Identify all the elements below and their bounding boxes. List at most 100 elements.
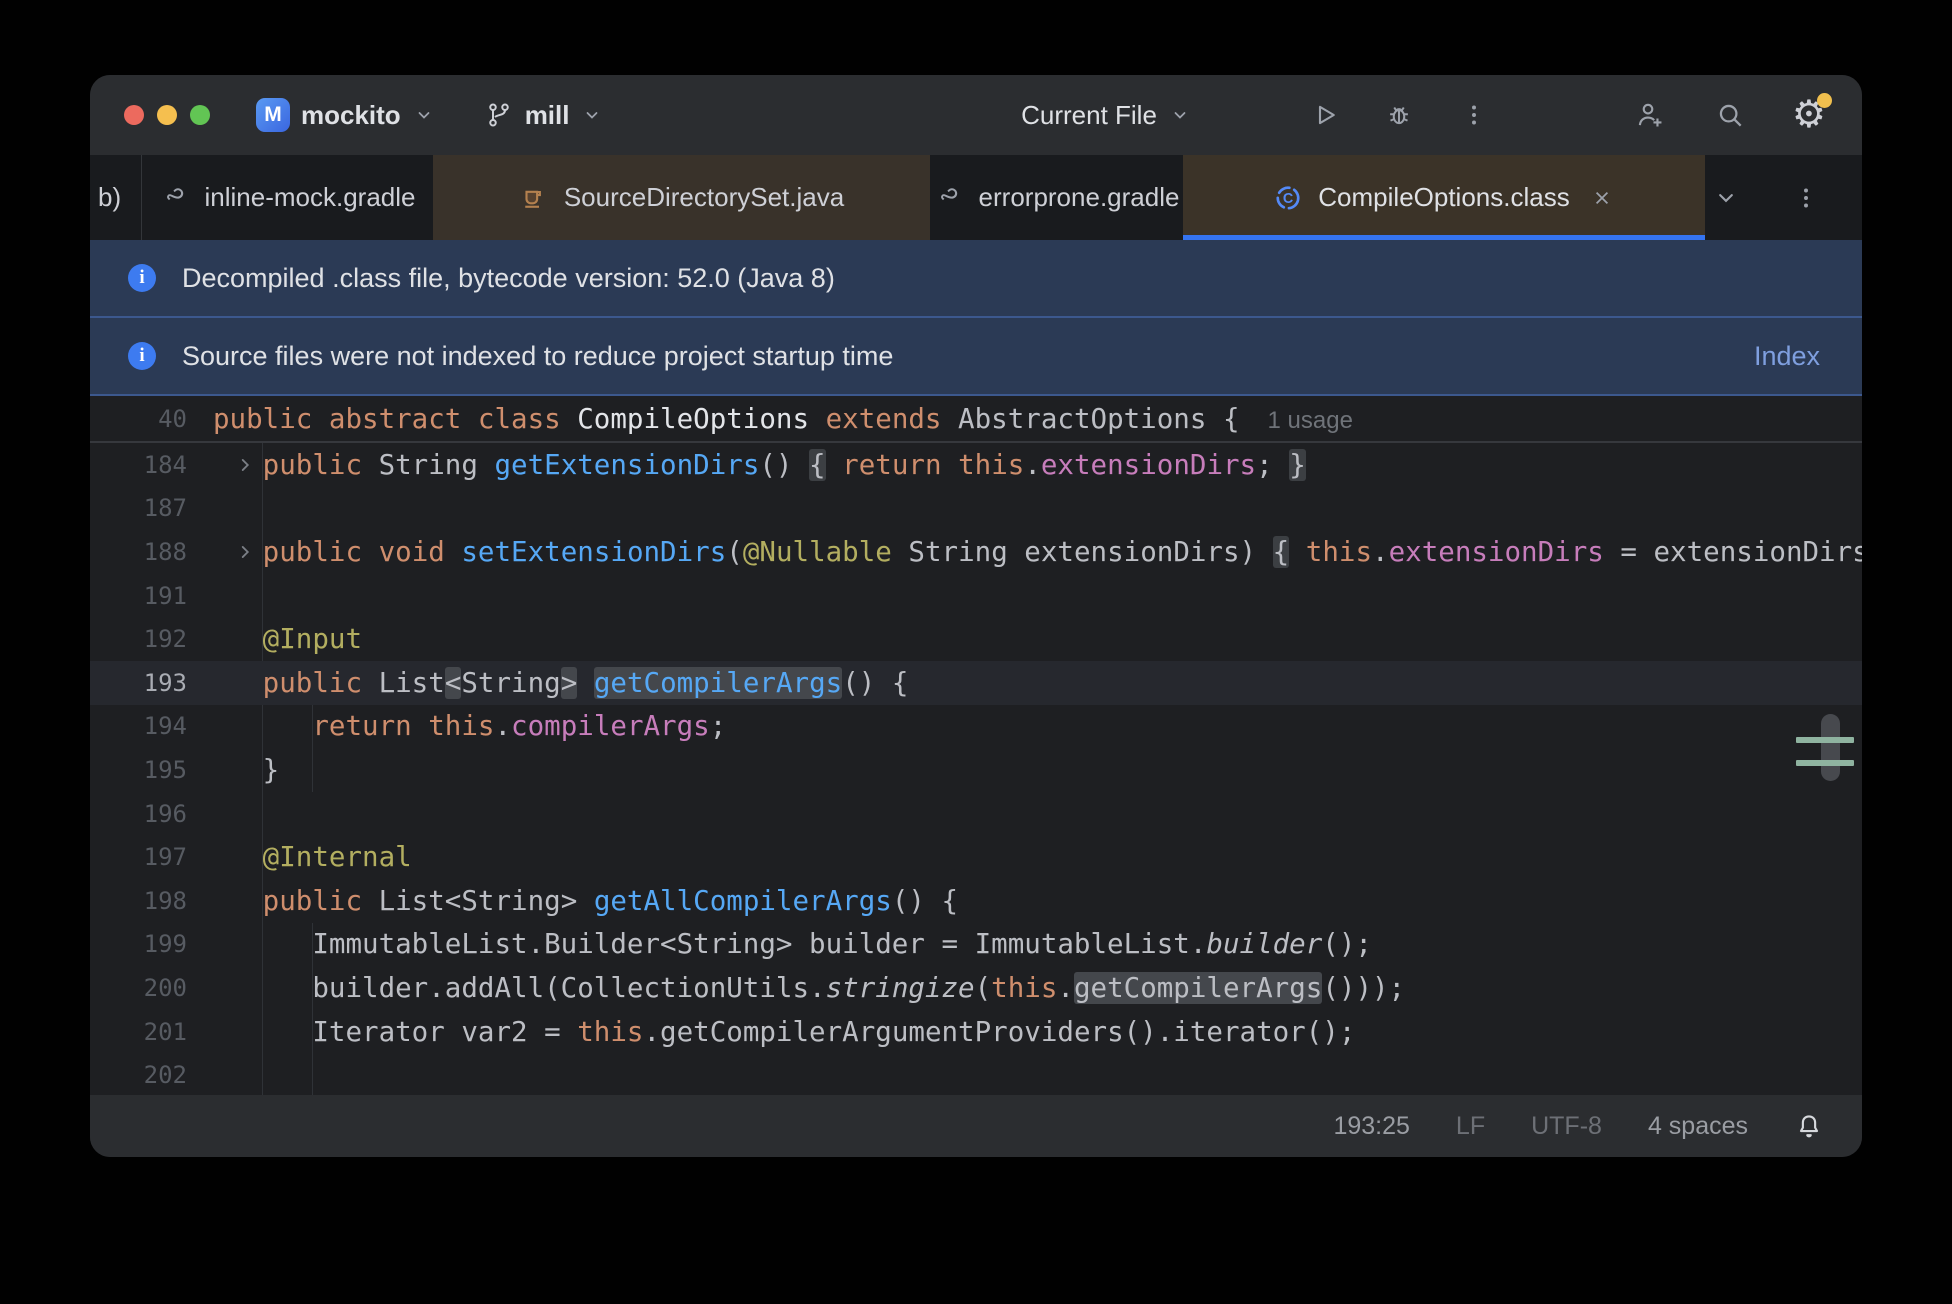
- code-line-201[interactable]: 201 Iterator var2 = this.getCompilerArgu…: [90, 1010, 1862, 1054]
- tab-label: CompileOptions.class: [1318, 182, 1570, 212]
- code-text: public List<String> getAllCompilerArgs()…: [213, 885, 958, 917]
- code-lines: 184 public String getExtensionDirs() { r…: [90, 443, 1862, 1095]
- line-number[interactable]: 188: [90, 538, 187, 566]
- code-token: }: [1289, 448, 1306, 481]
- code-text: }: [213, 754, 280, 786]
- code-token: getExtensionDirs: [494, 448, 760, 481]
- code-line-195[interactable]: 195 }: [90, 748, 1862, 792]
- code-token: .getCompilerArgumentProviders().iterator…: [643, 1015, 1356, 1048]
- caret-position[interactable]: 193:25: [1333, 1112, 1409, 1141]
- line-number[interactable]: 184: [90, 451, 187, 479]
- code-token: .: [1024, 448, 1041, 481]
- code-line-198[interactable]: 198 public List<String> getAllCompilerAr…: [90, 879, 1862, 923]
- code-line-194[interactable]: 194 return this.compilerArgs;: [90, 705, 1862, 749]
- code-token: ;: [1256, 448, 1290, 481]
- file-encoding[interactable]: UTF-8: [1531, 1112, 1602, 1141]
- code-token: builder: [1206, 928, 1323, 961]
- code-line-199[interactable]: 199 ImmutableList.Builder<String> builde…: [90, 923, 1862, 967]
- tab-bar-controls: [1712, 155, 1862, 240]
- code-line-184[interactable]: 184 public String getExtensionDirs() { r…: [90, 443, 1862, 487]
- settings-notification-dot: [1817, 93, 1832, 108]
- line-number[interactable]: 198: [90, 887, 187, 915]
- scrollbar-thumb[interactable]: [1821, 714, 1840, 781]
- line-number[interactable]: 192: [90, 625, 187, 653]
- usage-count-hint[interactable]: 1 usage: [1268, 407, 1353, 434]
- code-token: .: [494, 710, 512, 743]
- line-number[interactable]: 196: [90, 800, 187, 828]
- close-tab-icon[interactable]: [1589, 185, 1615, 211]
- code-token: <: [444, 666, 462, 699]
- code-token: String extensionDirs): [891, 535, 1273, 568]
- line-separator[interactable]: LF: [1456, 1112, 1485, 1141]
- line-number[interactable]: 195: [90, 756, 187, 784]
- sticky-header-line[interactable]: 40 public abstract class CompileOptions …: [90, 396, 1862, 443]
- debug-button[interactable]: [1384, 100, 1414, 130]
- analysis-mark-green[interactable]: [1796, 737, 1854, 743]
- index-link[interactable]: Index: [1754, 341, 1820, 372]
- code-token: public: [262, 535, 363, 568]
- gradle-icon: [934, 183, 964, 213]
- tab-label: errorprone.gradle: [978, 182, 1180, 212]
- code-token: String: [362, 448, 495, 481]
- code-text: ImmutableList.Builder<String> builder = …: [213, 928, 1372, 960]
- vcs-branch-widget[interactable]: mill: [484, 100, 605, 131]
- line-number[interactable]: 202: [90, 1061, 187, 1089]
- code-line-197[interactable]: 197 @Internal: [90, 835, 1862, 879]
- tab-options-kebab-icon[interactable]: [1792, 184, 1820, 212]
- code-area[interactable]: 184 public String getExtensionDirs() { r…: [90, 443, 1862, 1095]
- indexing-banner: Source files were not indexed to reduce …: [90, 318, 1862, 396]
- tab-errorprone-gradle[interactable]: errorprone.gradle: [930, 155, 1183, 240]
- ide-window: M mockito mill Current File ⚙︎ b) inline…: [90, 75, 1862, 1157]
- code-line-191[interactable]: 191: [90, 574, 1862, 618]
- more-actions-icon[interactable]: [1460, 101, 1488, 129]
- tab-clipped[interactable]: b): [90, 155, 142, 240]
- line-number[interactable]: 199: [90, 930, 187, 958]
- line-number[interactable]: 193: [90, 669, 187, 697]
- chevron-down-icon: [580, 103, 604, 127]
- fullscreen-window-button[interactable]: [190, 105, 210, 125]
- run-configuration-label: Current File: [1021, 99, 1157, 130]
- line-number[interactable]: 187: [90, 494, 187, 522]
- line-number[interactable]: 194: [90, 712, 187, 740]
- code-line-192[interactable]: 192 @Input: [90, 617, 1862, 661]
- indent-setting[interactable]: 4 spaces: [1648, 1112, 1748, 1141]
- code-token: void: [378, 535, 445, 568]
- search-everywhere-icon[interactable]: [1714, 99, 1746, 131]
- code-token: (): [759, 448, 810, 481]
- chevron-down-icon[interactable]: [1712, 184, 1740, 212]
- tab-inline-mock-gradle[interactable]: inline-mock.gradle: [142, 155, 433, 240]
- code-token: {: [809, 448, 826, 481]
- close-window-button[interactable]: [124, 105, 144, 125]
- minimize-window-button[interactable]: [157, 105, 177, 125]
- code-text: public void setExtensionDirs(@Nullable S…: [213, 535, 1862, 568]
- code-line-193[interactable]: 193 public List<String> getCompilerArgs(…: [90, 660, 1862, 705]
- code-token: String: [461, 666, 561, 699]
- settings-gear-icon[interactable]: [1792, 93, 1832, 134]
- code-token: getCompilerArgs: [1073, 971, 1323, 1004]
- line-number[interactable]: 191: [90, 582, 187, 610]
- code-token: ;: [709, 710, 727, 743]
- code-with-me-icon[interactable]: [1634, 99, 1666, 131]
- run-button[interactable]: [1310, 100, 1340, 130]
- tab-sourcedirectoryset-java[interactable]: SourceDirectorySet.java: [433, 155, 930, 240]
- line-number[interactable]: 200: [90, 974, 187, 1002]
- tab-compileoptions-class-active[interactable]: C CompileOptions.class: [1183, 155, 1705, 240]
- project-widget[interactable]: M mockito: [256, 98, 436, 132]
- code-line-196[interactable]: 196: [90, 792, 1862, 836]
- line-number[interactable]: 40: [90, 405, 187, 433]
- code-line-200[interactable]: 200 builder.addAll(CollectionUtils.strin…: [90, 966, 1862, 1010]
- code-text: @Input: [213, 623, 362, 655]
- svg-text:C: C: [1283, 191, 1293, 207]
- code-line-187[interactable]: 187: [90, 487, 1862, 531]
- notifications-bell-icon[interactable]: [1794, 1111, 1824, 1141]
- code-text: public List<String> getCompilerArgs() {: [213, 666, 908, 699]
- line-number[interactable]: 197: [90, 843, 187, 871]
- code-line-202[interactable]: 202: [90, 1053, 1862, 1095]
- code-token: getAllCompilerArgs: [593, 884, 892, 917]
- line-number[interactable]: 201: [90, 1018, 187, 1046]
- run-configuration-selector[interactable]: Current File: [1021, 100, 1192, 131]
- analysis-mark-green[interactable]: [1796, 760, 1854, 766]
- code-line-188[interactable]: 188 public void setExtensionDirs(@Nullab…: [90, 530, 1862, 574]
